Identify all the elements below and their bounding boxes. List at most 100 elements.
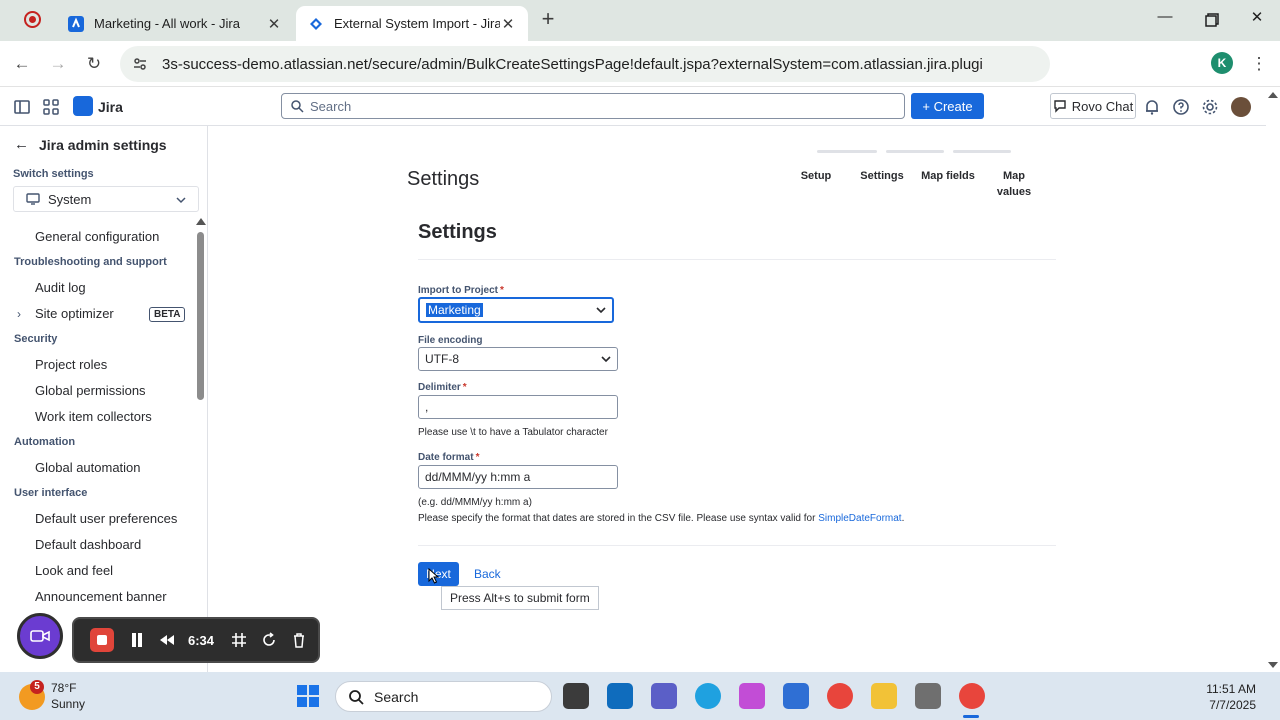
restore-icon[interactable] xyxy=(1196,8,1226,32)
sidebar-item-default-user-preferences[interactable]: Default user preferences xyxy=(0,506,196,532)
chevron-right-icon[interactable]: › xyxy=(17,301,21,327)
tab-label: External System Import - Jira xyxy=(334,16,500,31)
sidebar-item-label: Project roles xyxy=(35,357,108,372)
rewind-icon[interactable] xyxy=(156,629,178,651)
tab-close-icon[interactable]: ✕ xyxy=(266,15,282,33)
back-arrow-icon[interactable]: ← xyxy=(9,51,35,77)
m365-icon[interactable] xyxy=(915,683,941,709)
grid-icon[interactable] xyxy=(228,629,250,651)
simpledateformat-link[interactable]: SimpleDateFormat xyxy=(818,513,901,524)
file-encoding-select[interactable]: UTF-8 xyxy=(418,347,618,371)
page-scrollbar[interactable] xyxy=(1266,88,1280,672)
user-avatar[interactable] xyxy=(1231,97,1251,117)
file-explorer-icon[interactable] xyxy=(871,683,897,709)
jira-logo-icon[interactable] xyxy=(73,96,93,116)
sidebar-section-security: Security xyxy=(14,333,58,345)
sidebar-back-link[interactable]: ← Jira admin settings xyxy=(14,136,167,153)
task-view-icon[interactable] xyxy=(563,683,589,709)
stop-recording-button[interactable] xyxy=(90,628,114,652)
help-icon[interactable] xyxy=(1172,98,1190,116)
sidebar-item-global-automation[interactable]: Global automation xyxy=(0,455,196,481)
jira-product-name[interactable]: Jira xyxy=(98,99,123,115)
forward-arrow-icon[interactable]: → xyxy=(45,51,71,77)
delimiter-field-label: Delimiter * xyxy=(418,382,467,393)
teams-icon[interactable] xyxy=(651,683,677,709)
page-title: Settings xyxy=(407,168,480,190)
date-format-input[interactable]: dd/MMM/yy h:mm a xyxy=(418,465,618,489)
new-tab-icon[interactable]: + xyxy=(536,8,560,32)
taskbar-search-label: Search xyxy=(374,688,419,705)
recording-indicator-icon xyxy=(24,11,41,28)
sidebar-toggle-icon[interactable] xyxy=(13,98,31,116)
scrollbar-thumb[interactable] xyxy=(197,232,204,400)
weather-condition[interactable]: Sunny xyxy=(51,697,85,711)
chrome-icon[interactable] xyxy=(827,683,853,709)
system-clock[interactable]: 11:51 AM 7/7/2025 xyxy=(1170,681,1256,713)
taskbar-search[interactable]: Search xyxy=(335,681,552,712)
sidebar-item-general-configuration[interactable]: General configuration xyxy=(0,224,196,250)
import-to-project-select[interactable]: Marketing xyxy=(418,297,614,323)
profile-avatar[interactable]: K xyxy=(1211,52,1233,74)
scroll-up-arrow-icon[interactable] xyxy=(196,218,206,225)
reload-icon[interactable]: ↻ xyxy=(81,51,107,77)
sidebar-item-label: Default dashboard xyxy=(35,537,142,552)
copilot-icon[interactable] xyxy=(739,683,765,709)
sidebar-item-global-permissions[interactable]: Global permissions xyxy=(0,378,196,404)
sidebar-item-work-item-collectors[interactable]: Work item collectors xyxy=(0,404,196,430)
sidebar-item-label: Audit log xyxy=(35,280,86,295)
sidebar-item-look-and-feel[interactable]: Look and feel xyxy=(0,558,196,584)
sidebar-scrollbar[interactable] xyxy=(196,218,206,672)
store-icon[interactable] xyxy=(783,683,809,709)
project-label-text: Import to Project xyxy=(418,285,499,296)
date-format-example: (e.g. dd/MMM/yy h:mm a) xyxy=(418,497,532,508)
tab-marketing-all-work[interactable]: Marketing - All work - Jira ✕ xyxy=(56,6,294,41)
tab-external-system-import[interactable]: External System Import - Jira ✕ xyxy=(296,6,528,41)
required-mark: * xyxy=(475,452,480,463)
sidebar-item-label: Site optimizer xyxy=(35,306,114,321)
browser-menu-icon[interactable]: ⋮ xyxy=(1246,51,1272,77)
date-format-field-label: Date format * xyxy=(418,452,479,463)
date-format-label-text: Date format xyxy=(418,452,474,463)
notifications-bell-icon[interactable] xyxy=(1143,98,1161,116)
section-title: Settings xyxy=(418,221,497,243)
encoding-field-label: File encoding xyxy=(418,335,483,346)
step-progress-bar xyxy=(886,150,944,153)
sidebar-item-label: Default user preferences xyxy=(35,511,178,526)
pause-icon[interactable] xyxy=(126,629,148,651)
windows-start-icon[interactable] xyxy=(295,683,321,709)
sidebar-item-default-dashboard[interactable]: Default dashboard xyxy=(0,532,196,558)
rovo-chat-button[interactable]: Rovo Chat xyxy=(1050,93,1136,119)
settings-gear-icon[interactable] xyxy=(1201,98,1219,116)
scroll-down-arrow-icon[interactable] xyxy=(1268,662,1278,668)
address-bar[interactable]: 3s-success-demo.atlassian.net/secure/adm… xyxy=(120,46,1050,82)
sidebar-item-project-roles[interactable]: Project roles xyxy=(0,352,196,378)
jira-search-input[interactable]: Search xyxy=(281,93,905,119)
sidebar-item-label: Announcement banner xyxy=(35,589,167,604)
recorder-camera-button[interactable] xyxy=(17,613,63,659)
site-settings-icon[interactable] xyxy=(132,56,148,72)
step-progress-bar xyxy=(953,150,1011,153)
date-format-value: dd/MMM/yy h:mm a xyxy=(425,470,531,484)
step-settings: Settings xyxy=(860,170,904,182)
tab-close-icon[interactable]: ✕ xyxy=(500,15,516,33)
scroll-up-arrow-icon[interactable] xyxy=(1268,92,1278,98)
trash-icon[interactable] xyxy=(288,629,310,651)
minimize-icon[interactable]: — xyxy=(1150,8,1180,32)
weather-temperature[interactable]: 78°F xyxy=(51,681,76,695)
sidebar-section-troubleshooting: Troubleshooting and support xyxy=(14,256,167,268)
clock-date: 7/7/2025 xyxy=(1209,698,1256,712)
back-link[interactable]: Back xyxy=(474,567,501,581)
sidebar-item-audit-log[interactable]: Audit log xyxy=(0,275,196,301)
create-button[interactable]: + Create xyxy=(911,93,984,119)
chrome-profile-icon[interactable] xyxy=(959,683,985,709)
close-window-icon[interactable]: ✕ xyxy=(1242,8,1272,32)
settings-switcher-select[interactable]: System xyxy=(13,186,199,212)
sidebar-item-label: Global automation xyxy=(35,460,141,475)
restart-icon[interactable] xyxy=(258,629,280,651)
sidebar-item-site-optimizer[interactable]: › Site optimizer BETA xyxy=(0,301,196,327)
delimiter-input[interactable]: , xyxy=(418,395,618,419)
app-switcher-icon[interactable] xyxy=(42,98,60,116)
edge-icon[interactable] xyxy=(695,683,721,709)
sidebar-item-announcement-banner[interactable]: Announcement banner xyxy=(0,584,196,610)
outlook-icon[interactable] xyxy=(607,683,633,709)
